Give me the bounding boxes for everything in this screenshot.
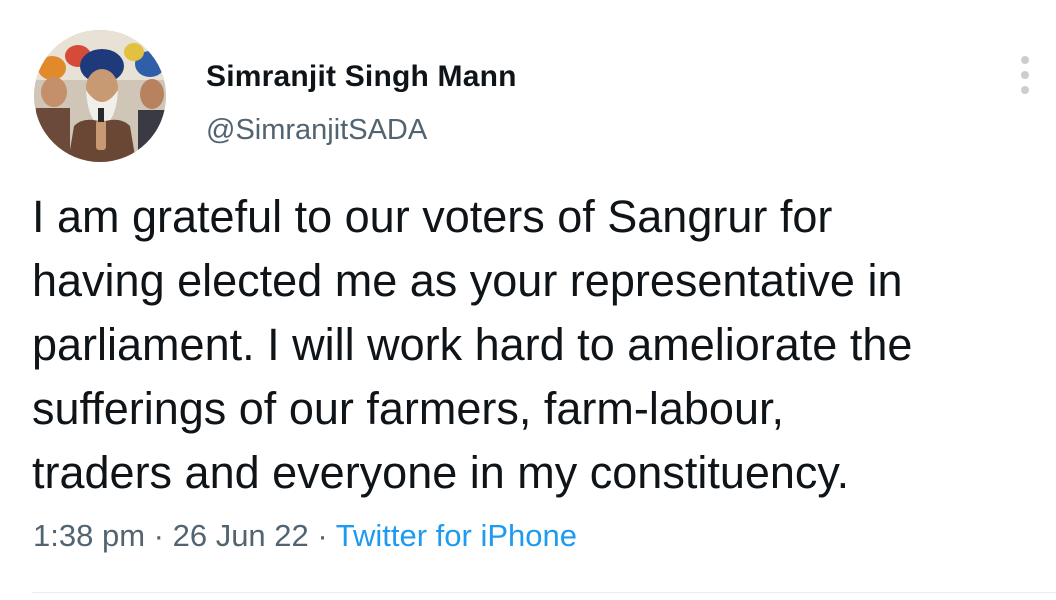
tweet-metadata: 1:38 pm · 26 Jun 22 · Twitter for iPhone	[33, 518, 577, 554]
tweet-text: I am grateful to our voters of Sangrur f…	[32, 185, 1052, 505]
tweet-text-line: traders and everyone in my constituency.	[32, 447, 850, 498]
tweet-text-line: sufferings of our farmers, farm-labour,	[32, 383, 784, 434]
tweet-date[interactable]: 26 Jun 22	[173, 518, 309, 553]
separator: ·	[153, 518, 164, 553]
author-name[interactable]: Simranjit Singh Mann	[206, 60, 517, 94]
tweet-source-link[interactable]: Twitter for iPhone	[336, 518, 577, 553]
tweet-card: Simranjit Singh Mann @SimranjitSADA I am…	[0, 0, 1056, 600]
dot	[1021, 71, 1029, 79]
tweet-time[interactable]: 1:38 pm	[33, 518, 145, 553]
dot	[1021, 86, 1029, 94]
author-handle[interactable]: @SimranjitSADA	[206, 114, 427, 147]
author-avatar[interactable]	[34, 30, 166, 162]
divider	[32, 592, 1056, 593]
separator: ·	[317, 518, 328, 553]
tweet-text-line: I am grateful to our voters of Sangrur f…	[32, 191, 833, 242]
avatar-photo-icon	[34, 30, 166, 162]
tweet-text-line: parliament. I will work hard to ameliora…	[32, 319, 913, 370]
dot	[1021, 56, 1029, 64]
tweet-text-line: having elected me as your representative…	[32, 255, 903, 306]
more-options-icon[interactable]	[1012, 56, 1038, 94]
